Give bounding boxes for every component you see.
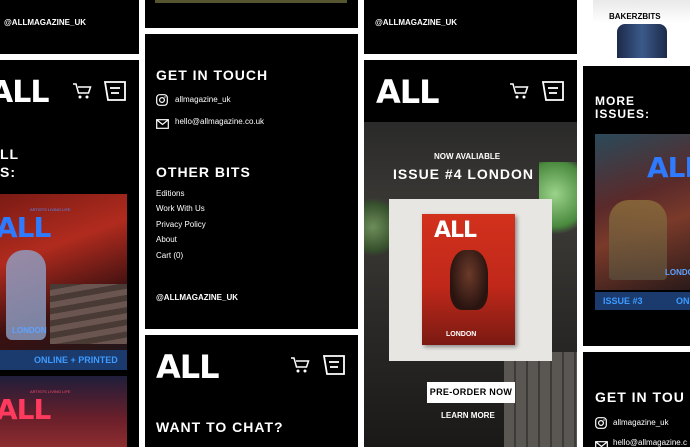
email-link-right[interactable]: hello@allmagazine.c	[613, 438, 687, 447]
magazine-cover-city: LONDON	[446, 331, 477, 338]
right-footer-panel: GET IN TOU allmagazine_uk hello@allmagaz…	[583, 352, 690, 447]
issue-3-bar[interactable]: ISSUE #3 ON	[595, 292, 690, 310]
site-logo[interactable]: ALL	[0, 78, 49, 108]
cover-city: LONDON	[12, 326, 47, 335]
hero-top-panel: @ALLMAGAZINE_UK	[364, 0, 577, 54]
right-top-panel: BAKERZBITS	[583, 0, 690, 60]
cart-icon[interactable]	[72, 82, 92, 105]
issue-cover-mockup[interactable]: ALL LONDON	[389, 199, 552, 361]
menu-icon-chat[interactable]	[322, 355, 345, 380]
get-in-touch-heading-right: GET IN TOU	[595, 389, 685, 405]
issue-cover-image[interactable]: ARTISTS LIVING LIFE ALL LONDON	[0, 194, 127, 350]
issue-3-label: ISSUE #3	[603, 296, 643, 306]
right-cover-logo: ALL	[647, 151, 690, 184]
footer-link-work-with-us[interactable]: Work With Us	[156, 204, 205, 213]
online-printed-bar[interactable]: ONLINE + PRINTED	[0, 350, 127, 370]
bakerzbits-figure	[617, 24, 667, 58]
issue-title: ISSUE #4 LONDON	[393, 166, 535, 182]
social-handle-hero-top[interactable]: @ALLMAGAZINE_UK	[375, 18, 457, 27]
hero-plant-2	[364, 192, 390, 262]
online-printed-label: ONLINE + PRINTED	[34, 355, 118, 365]
social-handle-label[interactable]: @ALLMAGAZINE_UK	[4, 18, 86, 27]
more-issues-heading-partial-2: S:	[0, 164, 16, 180]
online-label-partial: ON	[676, 296, 690, 306]
email-icon-right[interactable]	[595, 438, 608, 447]
cart-icon-chat[interactable]	[290, 356, 310, 379]
cover2-logo: ALL	[0, 393, 51, 426]
instagram-icon[interactable]	[156, 93, 168, 111]
hero-panel: ALL NOW AVALIABLE ISSUE #4 LONDON ALL LO…	[364, 60, 577, 447]
now-available-label: NOW AVALIABLE	[434, 152, 501, 161]
site-logo-chat[interactable]: ALL	[156, 351, 220, 383]
instagram-link-right[interactable]: allmagazine_uk	[613, 418, 669, 427]
cover-stairs	[50, 284, 127, 344]
right-mobile-panel: MORE ISSUES: ALL LONDO ISSUE #3 ON	[583, 66, 690, 346]
learn-more-link[interactable]: LEARN MORE	[441, 411, 495, 420]
menu-icon-hero[interactable]	[541, 81, 564, 106]
site-logo-hero[interactable]: ALL	[376, 76, 440, 108]
bakerzbits-image[interactable]: BAKERZBITS	[593, 0, 690, 58]
issue-cover-image-right[interactable]: ALL LONDO	[595, 134, 690, 290]
magazine-cover-face	[450, 250, 488, 310]
olive-strip	[155, 0, 347, 3]
more-issues-heading-2: ISSUES:	[595, 107, 651, 121]
left-mobile-panel: ALL LL S: ARTISTS LIVING LIFE ALL LONDON…	[0, 60, 139, 447]
middle-top-panel	[145, 0, 358, 28]
email-icon[interactable]	[156, 116, 169, 134]
issue-cover-image-2[interactable]: ARTISTS LIVING LIFE ALL	[0, 376, 127, 447]
instagram-link[interactable]: allmagazine_uk	[175, 95, 231, 104]
preorder-button-label: PRE-ORDER NOW	[429, 387, 513, 397]
bakerzbits-label: BAKERZBITS	[609, 12, 661, 21]
get-in-touch-heading: GET IN TOUCH	[156, 67, 269, 83]
other-bits-heading: OTHER BITS	[156, 164, 251, 180]
footer-panel: GET IN TOUCH allmagazine_uk hello@allmag…	[145, 34, 358, 329]
more-issues-heading: MORE	[595, 94, 635, 108]
preorder-button[interactable]: PRE-ORDER NOW	[427, 382, 515, 403]
footer-link-privacy-policy[interactable]: Privacy Policy	[156, 220, 206, 229]
cover-logo: ALL	[0, 211, 51, 244]
menu-icon[interactable]	[103, 81, 126, 106]
footer-link-cart[interactable]: Cart (0)	[156, 251, 183, 260]
footer-link-about[interactable]: About	[156, 235, 177, 244]
want-to-chat-heading: WANT TO CHAT?	[156, 419, 284, 435]
more-issues-heading-partial: LL	[0, 146, 20, 162]
chat-panel: ALL WANT TO CHAT?	[145, 335, 358, 447]
email-link[interactable]: hello@allmagazine.co.uk	[175, 117, 264, 126]
magazine-cover: ALL LONDON	[422, 214, 515, 345]
magazine-cover-logo: ALL	[434, 218, 477, 243]
cart-icon-hero[interactable]	[509, 82, 529, 105]
right-cover-city: LONDO	[665, 268, 690, 277]
footer-link-editions[interactable]: Editions	[156, 189, 184, 198]
right-cover-figure	[609, 200, 667, 280]
social-handle-footer[interactable]: @ALLMAGAZINE_UK	[156, 293, 238, 302]
instagram-icon-right[interactable]	[595, 416, 607, 434]
top-left-panel: @ALLMAGAZINE_UK	[0, 0, 139, 54]
